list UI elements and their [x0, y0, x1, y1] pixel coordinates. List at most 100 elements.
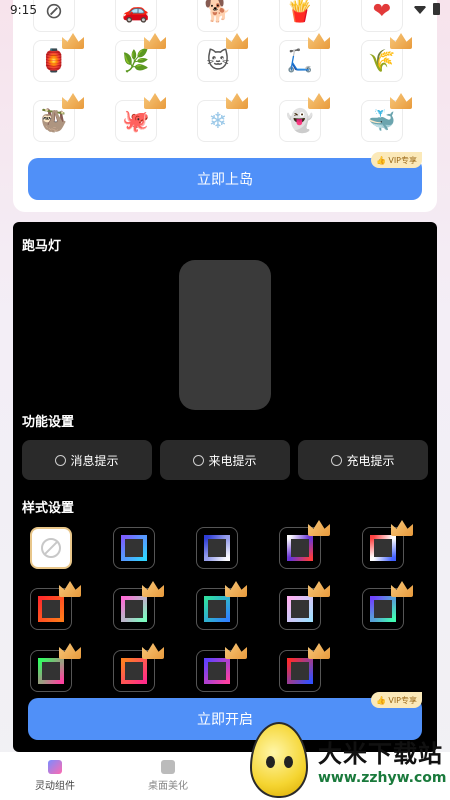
- icon-cell-snowflake[interactable]: ❄: [197, 93, 248, 142]
- status-bar: 9:15: [0, 0, 450, 20]
- crown-icon: [225, 581, 247, 597]
- func-option-charge[interactable]: 充电提示: [298, 440, 428, 480]
- style-option-frame[interactable]: [362, 581, 413, 630]
- vip-badge: 👍 VIP专享: [371, 152, 422, 168]
- frame-preview-icon: [204, 535, 230, 561]
- vip-label: VIP专享: [388, 155, 417, 165]
- icon-cell-octopus[interactable]: 🐙: [115, 93, 166, 142]
- style-option-frame[interactable]: [30, 643, 81, 692]
- frame-preview-icon: [204, 596, 230, 622]
- style-option-frame[interactable]: [113, 581, 164, 630]
- crown-icon: [391, 581, 413, 597]
- func-settings-title: 功能设置: [22, 415, 75, 430]
- crown-icon: [144, 33, 166, 49]
- vip-thumb-icon: 👍: [376, 695, 387, 705]
- eye-icon: [266, 756, 275, 768]
- octopus-icon: 🐙: [122, 108, 150, 134]
- vip-label: VIP专享: [388, 695, 417, 705]
- radio-icon: [331, 454, 343, 466]
- watermark-title: 大米下载站: [318, 740, 443, 768]
- sloth-icon: 🦥: [40, 108, 68, 134]
- style-option-frame[interactable]: [196, 643, 247, 692]
- frame-preview-icon: [121, 658, 147, 684]
- status-time: 9:15: [10, 3, 37, 17]
- phone-preview: [179, 260, 271, 410]
- style-option-frame[interactable]: [279, 643, 330, 692]
- crown-icon: [390, 93, 412, 109]
- icon-cell-scooter[interactable]: 🛴: [279, 33, 330, 82]
- radio-icon: [193, 454, 205, 466]
- style-option-frame[interactable]: [196, 527, 238, 569]
- crown-icon: [308, 520, 330, 536]
- style-option-frame[interactable]: [362, 520, 413, 569]
- go-island-button[interactable]: 立即上岛 👍 VIP专享: [28, 152, 422, 200]
- frame-preview-icon: [370, 596, 396, 622]
- enable-marquee-label: 立即开启: [197, 712, 253, 728]
- crown-icon: [144, 93, 166, 109]
- island-style-card: ⊘ 🚗 🐕 🍟 ❤ 🏮 🌿 🐱 🛴 🌾 🦥 🐙 ❄ 👻 🐳 立即上岛 👍 VIP…: [13, 0, 437, 212]
- vip-thumb-icon: 👍: [376, 155, 387, 165]
- crown-icon: [62, 33, 84, 49]
- watermark: 大米下载站 www.zzhyw.com: [248, 722, 450, 800]
- eye-icon: [284, 756, 293, 768]
- lantern-icon: 🏮: [40, 48, 68, 74]
- icon-cell-sloth[interactable]: 🦥: [33, 93, 84, 142]
- go-island-label: 立即上岛: [197, 172, 253, 188]
- func-option-label: 充电提示: [346, 453, 395, 468]
- marquee-card: 跑马灯 功能设置 消息提示 来电提示 充电提示 样式设置 立即开启 👍 VIP专…: [13, 222, 437, 752]
- crown-icon: [308, 643, 330, 659]
- icon-row-2: 🦥 🐙 ❄ 👻 🐳: [33, 93, 423, 144]
- crown-icon: [308, 93, 330, 109]
- func-option-label: 来电提示: [208, 453, 257, 468]
- crown-icon: [390, 33, 412, 49]
- grass-icon: 🌿: [122, 48, 150, 74]
- style-option-frame[interactable]: [113, 643, 164, 692]
- vip-badge: 👍 VIP专享: [371, 692, 422, 708]
- style-option-frame[interactable]: [279, 520, 330, 569]
- style-option-frame[interactable]: [196, 581, 247, 630]
- nav-item-widgets[interactable]: 灵动组件: [15, 760, 95, 792]
- nav-item-desktop[interactable]: 桌面美化: [128, 760, 208, 792]
- frame-preview-icon: [287, 658, 313, 684]
- style-option-frame[interactable]: [279, 581, 330, 630]
- marquee-title: 跑马灯: [22, 239, 62, 254]
- frame-preview-icon: [38, 658, 64, 684]
- crown-icon: [391, 520, 413, 536]
- frame-preview-icon: [204, 658, 230, 684]
- icon-cell-ghost[interactable]: 👻: [279, 93, 330, 142]
- func-option-message[interactable]: 消息提示: [22, 440, 152, 480]
- snowflake-icon: ❄: [208, 108, 228, 134]
- crown-icon: [59, 581, 81, 597]
- style-option-frame[interactable]: [30, 581, 81, 630]
- icon-cell-lantern[interactable]: 🏮: [33, 33, 84, 82]
- whale-icon: 🐳: [368, 108, 396, 134]
- style-option-frame[interactable]: [113, 527, 155, 569]
- crown-icon: [62, 93, 84, 109]
- crown-icon: [226, 93, 248, 109]
- cat-icon: 🐱: [206, 48, 230, 74]
- status-icons: [413, 3, 440, 15]
- frame-preview-icon: [370, 535, 396, 561]
- crown-icon: [59, 643, 81, 659]
- icon-cell-grass[interactable]: 🌿: [115, 33, 166, 82]
- icon-cell-cat[interactable]: 🐱: [197, 33, 248, 82]
- frame-preview-icon: [287, 535, 313, 561]
- crown-icon: [226, 33, 248, 49]
- style-option-none[interactable]: [30, 527, 72, 569]
- grid-icon: [161, 760, 175, 774]
- func-option-call[interactable]: 来电提示: [160, 440, 290, 480]
- frame-preview-icon: [287, 596, 313, 622]
- nav-label: 桌面美化: [148, 781, 188, 792]
- frame-preview-icon: [38, 596, 64, 622]
- battery-icon: [433, 3, 440, 15]
- frame-preview-icon: [121, 535, 147, 561]
- widgets-icon: [48, 760, 62, 774]
- func-option-label: 消息提示: [70, 453, 119, 468]
- radio-icon: [55, 454, 67, 466]
- icon-cell-willow[interactable]: 🌾: [361, 33, 412, 82]
- crown-icon: [142, 643, 164, 659]
- icon-cell-whale[interactable]: 🐳: [361, 93, 412, 142]
- watermark-url: www.zzhyw.com: [318, 770, 447, 786]
- crown-icon: [308, 581, 330, 597]
- wifi-icon: [413, 6, 427, 14]
